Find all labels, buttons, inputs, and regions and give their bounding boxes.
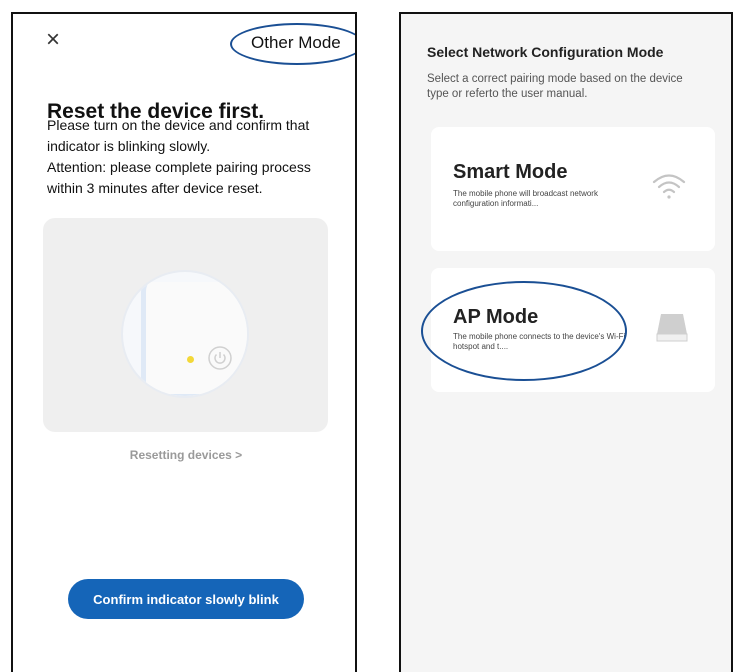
network-mode-screen: Select Network Configuration Mode Select… [399,12,733,672]
power-icon [208,346,232,370]
reset-device-screen: × Other Mode Reset the device first. Ple… [11,12,357,672]
resetting-devices-link[interactable]: Resetting devices > [13,448,355,462]
indicator-led [187,356,194,363]
mode-description: The mobile phone will broadcast network … [453,189,598,208]
mode-title: Smart Mode [453,161,568,183]
wifi-icon [652,174,686,199]
attention-text: Attention: please complete pairing proce… [47,159,311,196]
smart-mode-card[interactable]: Smart Mode The mobile phone will broadca… [431,127,715,251]
device-closeup [121,270,249,398]
router-icon [656,314,688,342]
mode-description: The mobile phone connects to the device'… [453,332,626,351]
page-subtitle: Select a correct pairing mode based on t… [427,73,683,100]
close-icon[interactable]: × [41,28,65,52]
page-title: Select Network Configuration Mode [427,44,664,60]
device-illustration [43,218,328,432]
instruction-text: Please turn on the device and confirm th… [47,117,310,154]
mode-title: AP Mode [453,306,539,328]
confirm-indicator-button[interactable]: Confirm indicator slowly blink [68,579,304,619]
device-body [141,282,247,396]
reset-instructions: Please turn on the device and confirm th… [47,115,347,199]
ap-mode-card[interactable]: AP Mode The mobile phone connects to the… [431,268,715,392]
other-mode-link[interactable]: Other Mode [251,33,341,53]
